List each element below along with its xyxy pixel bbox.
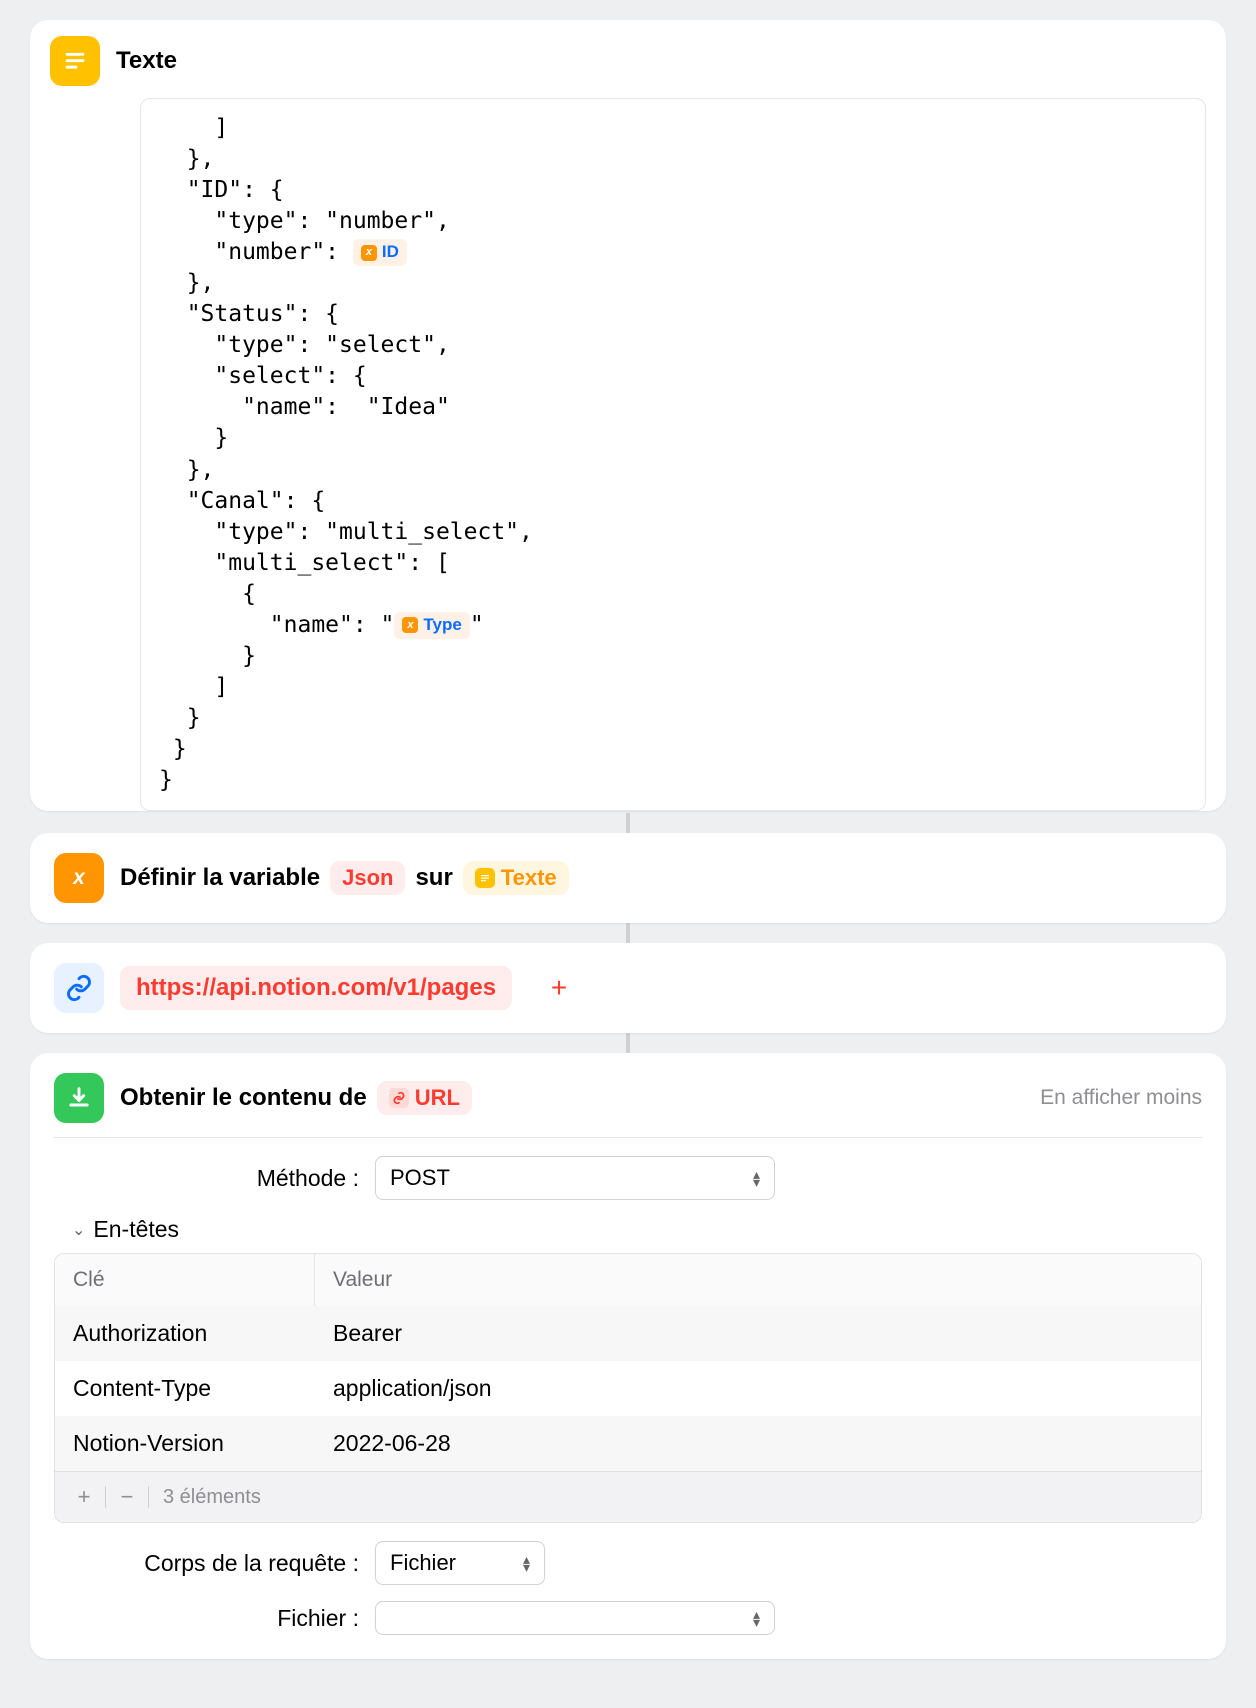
chevron-down-icon: ⌄ bbox=[72, 1220, 85, 1240]
text-code-content[interactable]: ] }, "ID": { "type": "number", "number":… bbox=[140, 98, 1206, 811]
chevron-updown-icon: ▴▾ bbox=[523, 1555, 530, 1571]
header-value[interactable]: application/json bbox=[315, 1361, 1201, 1416]
set-variable-prefix: Définir la variable bbox=[120, 864, 320, 892]
file-select[interactable]: ▴▾ bbox=[375, 1601, 775, 1635]
request-body-label: Corps de la requête : bbox=[54, 1550, 359, 1577]
set-variable-card: x Définir la variable Json sur Texte bbox=[30, 833, 1226, 923]
url-action-card: https://api.notion.com/v1/pages + bbox=[30, 943, 1226, 1033]
request-body-row: Corps de la requête : Fichier ▴▾ bbox=[54, 1541, 1202, 1585]
method-row: Méthode : POST ▴▾ bbox=[54, 1156, 1202, 1200]
header-key[interactable]: Notion-Version bbox=[55, 1416, 315, 1471]
chevron-updown-icon: ▴▾ bbox=[753, 1610, 760, 1626]
text-mini-icon bbox=[475, 868, 495, 888]
method-select[interactable]: POST ▴▾ bbox=[375, 1156, 775, 1200]
show-less-button[interactable]: En afficher moins bbox=[1040, 1086, 1202, 1110]
flow-connector bbox=[626, 923, 630, 943]
variable-token-id[interactable]: xID bbox=[353, 239, 407, 266]
text-action-card: Texte ] }, "ID": { "type": "number", "nu… bbox=[30, 20, 1226, 811]
file-label: Fichier : bbox=[54, 1605, 359, 1632]
table-row[interactable]: Notion-Version2022-06-28 bbox=[55, 1416, 1201, 1471]
get-contents-card: Obtenir le contenu de URL En afficher mo… bbox=[30, 1053, 1226, 1659]
column-key: Clé bbox=[55, 1254, 315, 1306]
row-count: 3 éléments bbox=[163, 1486, 261, 1509]
header-value[interactable]: 2022-06-28 bbox=[315, 1416, 1201, 1471]
request-body-select[interactable]: Fichier ▴▾ bbox=[375, 1541, 545, 1585]
table-row[interactable]: AuthorizationBearer bbox=[55, 1306, 1201, 1361]
column-value: Valeur bbox=[315, 1254, 1201, 1306]
get-contents-header: Obtenir le contenu de URL En afficher mo… bbox=[30, 1053, 1226, 1137]
get-contents-title: Obtenir le contenu de bbox=[120, 1084, 367, 1112]
link-icon bbox=[54, 963, 104, 1013]
table-row[interactable]: Content-Typeapplication/json bbox=[55, 1361, 1201, 1416]
url-variable-pill[interactable]: URL bbox=[377, 1081, 472, 1115]
variable-icon: x bbox=[54, 853, 104, 903]
variable-value-pill[interactable]: Texte bbox=[463, 861, 569, 895]
headers-table: Clé Valeur AuthorizationBearerContent-Ty… bbox=[54, 1253, 1202, 1523]
set-variable-header: x Définir la variable Json sur Texte bbox=[30, 833, 1226, 923]
set-variable-middle: sur bbox=[415, 864, 452, 892]
header-value[interactable]: Bearer bbox=[315, 1306, 1201, 1361]
url-value[interactable]: https://api.notion.com/v1/pages bbox=[120, 966, 512, 1010]
header-key[interactable]: Content-Type bbox=[55, 1361, 315, 1416]
variable-token-type[interactable]: xType bbox=[394, 612, 469, 639]
add-url-button[interactable]: + bbox=[540, 969, 578, 1007]
text-card-title: Texte bbox=[116, 47, 177, 75]
text-card-header: Texte bbox=[30, 20, 1226, 98]
url-card-header: https://api.notion.com/v1/pages + bbox=[30, 943, 1226, 1033]
divider bbox=[54, 1137, 1202, 1138]
flow-connector bbox=[626, 1033, 630, 1053]
download-icon bbox=[54, 1073, 104, 1123]
remove-row-button[interactable]: − bbox=[112, 1482, 142, 1512]
variable-name-pill[interactable]: Json bbox=[330, 861, 405, 895]
header-key[interactable]: Authorization bbox=[55, 1306, 315, 1361]
flow-connector bbox=[626, 813, 630, 833]
file-row: Fichier : ▴▾ bbox=[54, 1601, 1202, 1635]
link-mini-icon bbox=[389, 1088, 409, 1108]
headers-toggle[interactable]: ⌄ En-têtes bbox=[72, 1216, 1202, 1243]
table-footer: + − 3 éléments bbox=[55, 1471, 1201, 1522]
method-label: Méthode : bbox=[54, 1165, 359, 1192]
add-row-button[interactable]: + bbox=[69, 1482, 99, 1512]
text-icon bbox=[50, 36, 100, 86]
chevron-updown-icon: ▴▾ bbox=[753, 1170, 760, 1186]
table-header: Clé Valeur bbox=[55, 1254, 1201, 1306]
svg-text:x: x bbox=[72, 866, 86, 889]
